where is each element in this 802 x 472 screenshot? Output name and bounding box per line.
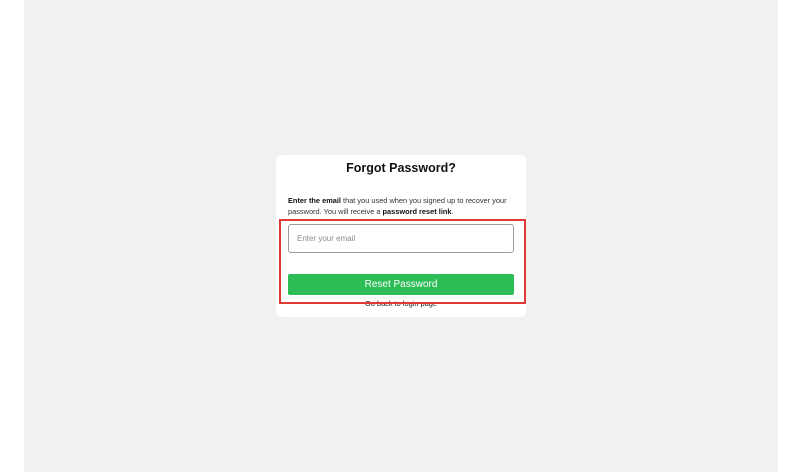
page-title: Forgot Password?: [346, 161, 456, 175]
reset-password-button[interactable]: Reset Password: [288, 274, 514, 295]
instructions-text: Enter the email that you used when you s…: [288, 195, 518, 217]
instructions-bold-link: password reset link: [382, 207, 452, 216]
back-to-login-link[interactable]: Go back to login page: [276, 299, 526, 308]
instructions-bold-email: Enter the email: [288, 196, 341, 205]
email-input[interactable]: [288, 224, 514, 253]
instructions-end: .: [451, 207, 454, 216]
forgot-password-card: Forgot Password? Enter the email that yo…: [276, 155, 526, 317]
